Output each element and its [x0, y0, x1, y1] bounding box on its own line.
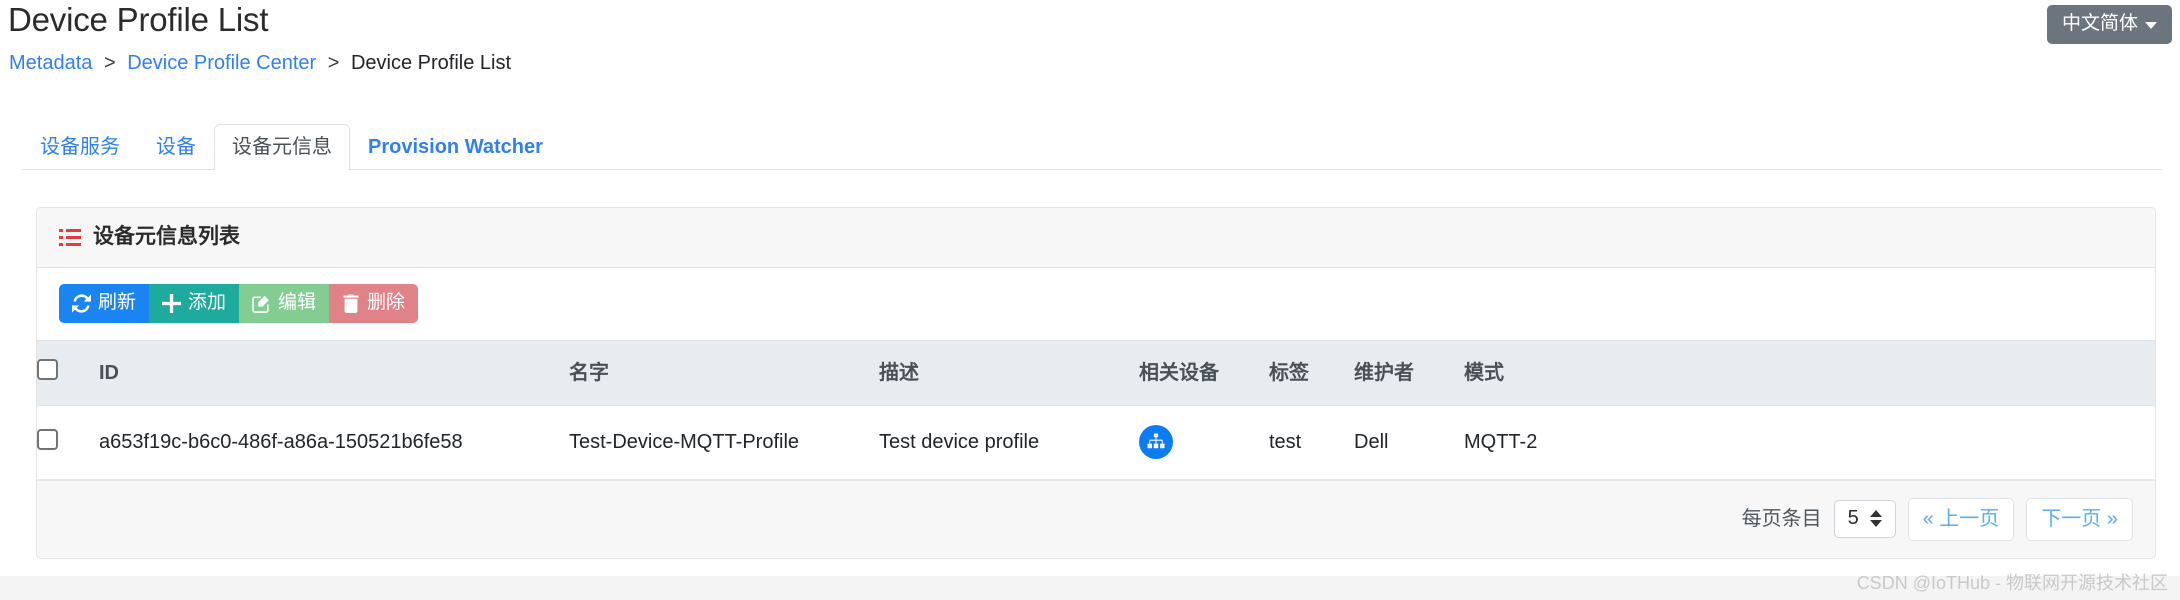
- previous-page-button[interactable]: « 上一页: [1907, 497, 2015, 541]
- breadcrumb-separator: >: [327, 52, 340, 74]
- column-header-related-device[interactable]: 相关设备: [1139, 340, 1269, 406]
- device-profile-card: 设备元信息列表 刷新 添加 编辑 删除 ID 名字 描述 相关设备 标签 维护者…: [36, 207, 2156, 559]
- row-select-cell: [37, 405, 99, 480]
- table-header: ID 名字 描述 相关设备 标签 维护者 模式: [37, 340, 2155, 406]
- select-all-header: [37, 340, 99, 406]
- delete-button-label: 删除: [367, 292, 406, 313]
- column-header-description[interactable]: 描述: [879, 340, 1139, 406]
- bottom-strip: [0, 576, 2180, 600]
- cell-description: Test device profile: [879, 405, 1139, 480]
- page-title: Device Profile List: [8, 1, 269, 38]
- edit-button-label: 编辑: [278, 292, 317, 313]
- language-selector-label: 中文简体: [2061, 13, 2138, 34]
- select-all-checkbox[interactable]: [37, 359, 58, 380]
- tab-device[interactable]: 设备: [138, 124, 214, 170]
- column-header-model[interactable]: 模式: [1464, 340, 2155, 406]
- breadcrumb-item-current: Device Profile List: [350, 52, 512, 74]
- list-icon: [59, 228, 81, 246]
- table-body: a653f19c-b6c0-486f-a86a-150521b6fe58 Tes…: [37, 405, 2155, 480]
- table-header-row: ID 名字 描述 相关设备 标签 维护者 模式: [37, 340, 2155, 406]
- refresh-button[interactable]: 刷新: [59, 284, 150, 323]
- row-checkbox[interactable]: [37, 428, 58, 450]
- breadcrumb-item-device-profile-center[interactable]: Device Profile Center: [127, 52, 316, 74]
- add-button[interactable]: 添加: [149, 284, 240, 323]
- page-root: Device Profile List Metadata > Device Pr…: [0, 0, 2180, 600]
- table-row[interactable]: a653f19c-b6c0-486f-a86a-150521b6fe58 Tes…: [37, 405, 2155, 480]
- per-page-select[interactable]: 5: [1833, 500, 1896, 538]
- cell-name: Test-Device-MQTT-Profile: [569, 405, 879, 480]
- cell-model: MQTT-2: [1464, 405, 2155, 480]
- device-profile-table: ID 名字 描述 相关设备 标签 维护者 模式 a653f19c-b6c0-48…: [37, 340, 2155, 480]
- breadcrumb-separator: >: [103, 52, 116, 74]
- per-page-label: 每页条目: [1741, 508, 1822, 530]
- breadcrumb: Metadata > Device Profile Center > Devic…: [9, 50, 511, 76]
- refresh-icon: [72, 293, 91, 313]
- cell-related-device: [1139, 405, 1269, 480]
- stepper-icon: [1869, 510, 1882, 527]
- plus-icon: [162, 293, 182, 313]
- edit-icon: [252, 294, 271, 313]
- add-button-label: 添加: [188, 292, 227, 313]
- tab-bar: 设备服务 设备 设备元信息 Provision Watcher: [22, 124, 2162, 170]
- card-header: 设备元信息列表: [37, 208, 2155, 268]
- tab-device-service[interactable]: 设备服务: [22, 124, 138, 170]
- trash-icon: [342, 293, 360, 313]
- breadcrumb-item-metadata[interactable]: Metadata: [9, 52, 92, 74]
- cell-id: a653f19c-b6c0-486f-a86a-150521b6fe58: [99, 405, 569, 480]
- column-header-maintainer[interactable]: 维护者: [1354, 340, 1464, 406]
- edit-button[interactable]: 编辑: [239, 284, 330, 323]
- column-header-label[interactable]: 标签: [1269, 340, 1354, 406]
- language-selector-button[interactable]: 中文简体: [2046, 5, 2172, 44]
- next-page-button[interactable]: 下一页 »: [2026, 497, 2133, 541]
- sitemap-icon[interactable]: [1139, 425, 1173, 459]
- chevron-down-icon: [2145, 21, 2157, 29]
- tab-device-profile[interactable]: 设备元信息: [214, 124, 350, 170]
- delete-button[interactable]: 删除: [329, 284, 419, 323]
- per-page-value: 5: [1847, 507, 1859, 529]
- refresh-button-label: 刷新: [98, 292, 137, 313]
- cell-maintainer: Dell: [1354, 405, 1464, 480]
- cell-label: test: [1269, 405, 1354, 480]
- column-header-name[interactable]: 名字: [569, 340, 879, 406]
- watermark: CSDN @IoTHub - 物联网开源技术社区: [1856, 573, 2168, 593]
- column-header-id[interactable]: ID: [99, 340, 569, 406]
- card-title: 设备元信息列表: [93, 225, 240, 248]
- toolbar: 刷新 添加 编辑 删除: [37, 268, 2155, 340]
- tab-provision-watcher[interactable]: Provision Watcher: [350, 124, 561, 170]
- card-footer: 每页条目 5 « 上一页 下一页 »: [37, 480, 2155, 558]
